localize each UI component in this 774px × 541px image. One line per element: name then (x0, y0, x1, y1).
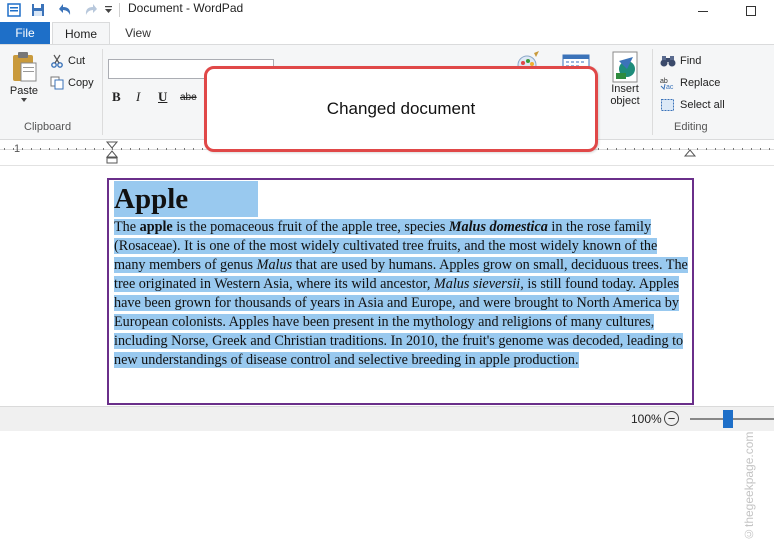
redo-icon[interactable] (80, 2, 100, 18)
wordpad-app-icon[interactable] (6, 2, 22, 18)
title-separator (119, 3, 120, 17)
group-separator (652, 49, 653, 135)
editing-group-label: Editing (674, 121, 708, 133)
zoom-slider-thumb[interactable] (723, 410, 733, 428)
ruler-mark: 1 (14, 143, 21, 155)
window-title: Document - WordPad (128, 1, 244, 15)
scissors-icon (51, 54, 63, 68)
minimize-button[interactable] (680, 0, 726, 22)
insert-object-button[interactable]: Insert object (604, 51, 646, 117)
copy-button[interactable]: Copy (50, 75, 94, 91)
ribbon-tabs: File Home View (0, 22, 774, 45)
undo-icon[interactable] (56, 2, 76, 18)
find-button[interactable]: Find (660, 53, 701, 69)
zoom-out-button[interactable]: − (664, 411, 679, 426)
italic-button[interactable]: I (136, 89, 150, 105)
select-all-label: Select all (680, 99, 725, 111)
document-area[interactable]: Apple The apple is the pomaceous fruit o… (0, 166, 774, 541)
document-page[interactable]: Apple The apple is the pomaceous fruit o… (107, 178, 694, 405)
status-bar: 100% − (0, 406, 774, 431)
copy-icon (50, 76, 64, 90)
text-run: The (114, 219, 140, 235)
replace-label: Replace (680, 77, 721, 89)
maximize-icon (746, 6, 756, 16)
insert-object-label-2: object (610, 95, 640, 107)
replace-icon: abac (660, 78, 674, 90)
tab-file[interactable]: File (0, 22, 50, 44)
underline-button[interactable]: U (158, 89, 172, 105)
save-icon[interactable] (30, 2, 46, 18)
group-separator (102, 49, 103, 135)
maximize-button[interactable] (728, 0, 774, 22)
document-content[interactable]: Apple The apple is the pomaceous fruit o… (114, 181, 690, 370)
document-title: Apple (114, 181, 259, 217)
customize-toolbar-icon[interactable] (102, 2, 114, 18)
tab-view[interactable]: View (112, 22, 164, 44)
find-label: Find (680, 55, 702, 67)
italic-run: Malus sieversii (433, 276, 521, 292)
cut-button[interactable]: Cut (50, 53, 85, 69)
minimize-icon (698, 11, 708, 12)
select-all-button[interactable]: Select all (660, 97, 725, 113)
text-run: is the pomaceous fruit of the apple tree… (172, 219, 449, 235)
paste-dropdown-icon (21, 98, 27, 102)
paste-label: Paste (9, 85, 39, 97)
replace-button[interactable]: ab ac Replace (660, 75, 720, 91)
insert-object-label-1: Insert (611, 83, 639, 95)
clipboard-group-label: Clipboard (24, 121, 72, 133)
tab-home[interactable]: Home (52, 22, 110, 45)
insert-object-icon (612, 51, 638, 83)
paste-icon (13, 52, 37, 82)
zoom-level: 100% (631, 412, 662, 426)
select-all-icon (661, 99, 674, 111)
bold-button[interactable]: B (112, 89, 126, 105)
copy-label: Copy (68, 77, 94, 89)
binoculars-icon (660, 56, 676, 67)
italic-run: Malus (256, 257, 293, 273)
paste-button[interactable]: Paste (6, 51, 42, 111)
document-paragraph: The apple is the pomaceous fruit of the … (114, 218, 690, 370)
strikethrough-button[interactable]: abe (180, 89, 202, 105)
title-bar: Document - WordPad (0, 0, 774, 22)
svg-text:ac: ac (666, 84, 674, 90)
cut-label: Cut (68, 55, 86, 67)
callout-text: Changed document (326, 99, 476, 118)
bold-italic-run: Malus domestica (448, 219, 548, 235)
bold-run: apple (139, 219, 173, 235)
watermark: ©thegeekpage.com (742, 431, 756, 541)
annotation-callout: Changed document (204, 66, 598, 152)
